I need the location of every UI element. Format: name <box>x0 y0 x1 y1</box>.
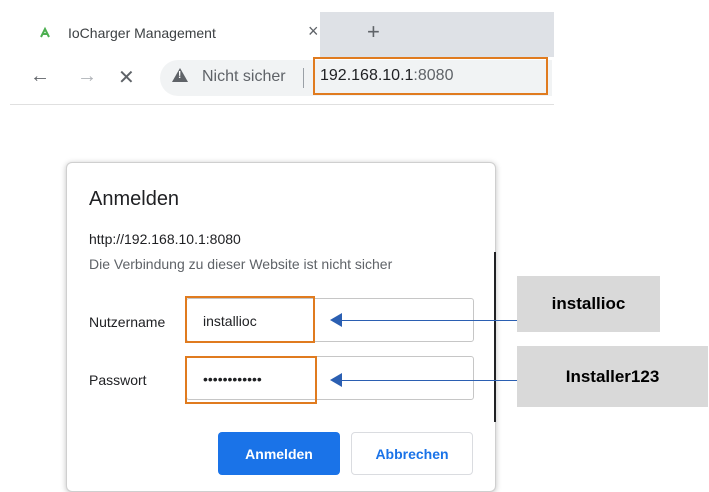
url-port: :8080 <box>413 67 454 84</box>
tab-title: IoCharger Management <box>68 25 216 41</box>
security-label[interactable]: Nicht sicher <box>202 68 286 86</box>
arrow-line-password <box>340 380 518 381</box>
url-text[interactable]: 192.168.10.1:8080 <box>320 67 453 85</box>
username-value: installioc <box>203 313 257 329</box>
toolbar-divider <box>10 104 554 105</box>
dialog-message: Die Verbindung zu dieser Website ist nic… <box>89 256 393 272</box>
cancel-button[interactable]: Abbrechen <box>351 432 473 475</box>
username-note: installioc <box>517 276 660 332</box>
arrow-line-username <box>340 320 518 321</box>
tab-close-icon[interactable]: × <box>308 21 319 42</box>
dialog-title: Anmelden <box>89 188 180 210</box>
dialog-url: http://192.168.10.1:8080 <box>89 231 241 247</box>
forward-icon[interactable]: → <box>77 65 97 88</box>
warning-mark: ! <box>178 70 182 81</box>
password-value: •••••••••••• <box>203 371 262 387</box>
stop-icon[interactable]: ✕ <box>118 65 135 90</box>
login-button[interactable]: Anmelden <box>218 432 340 475</box>
password-note: Installer123 <box>517 346 708 407</box>
address-separator <box>303 68 304 88</box>
url-host: 192.168.10.1 <box>320 67 414 84</box>
favicon-icon <box>38 26 52 40</box>
password-label: Passwort <box>89 372 147 388</box>
back-icon[interactable]: ← <box>30 65 50 88</box>
username-label: Nutzername <box>89 314 166 330</box>
dialog-edge-line <box>494 252 496 422</box>
new-tab-icon[interactable]: + <box>367 19 380 45</box>
